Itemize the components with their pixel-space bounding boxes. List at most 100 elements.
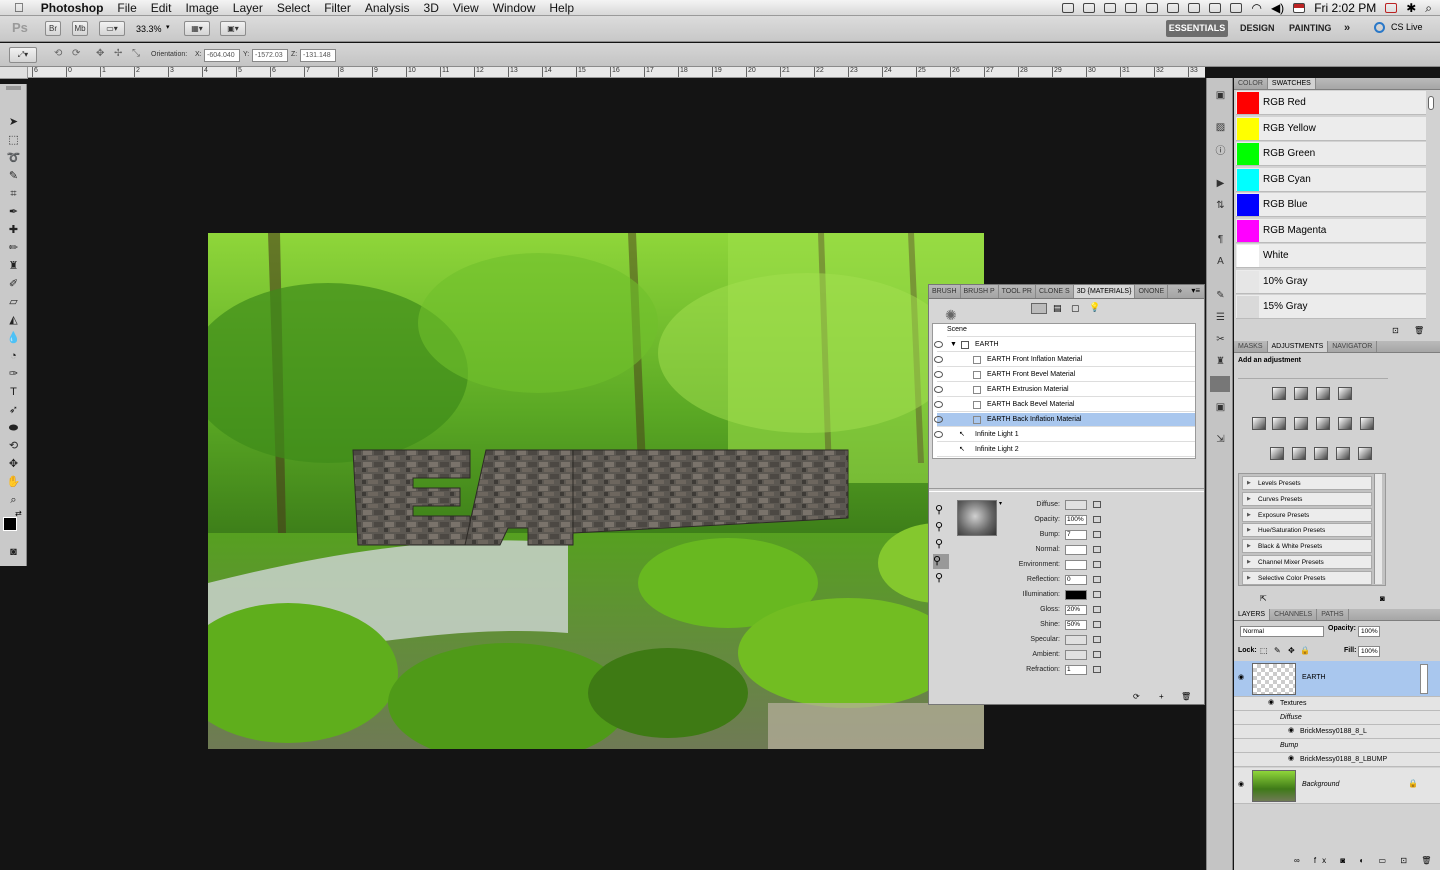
script-icon[interactable] bbox=[1083, 3, 1096, 13]
cs-live-button[interactable]: CS Live bbox=[1391, 22, 1423, 32]
eye-icon[interactable] bbox=[934, 356, 943, 363]
mini-bridge-button[interactable]: Mb bbox=[72, 21, 88, 36]
animation-icon[interactable]: ▶ bbox=[1214, 178, 1227, 190]
black-white-icon[interactable] bbox=[1316, 417, 1330, 430]
healing-brush-tool-icon[interactable]: ✚ bbox=[6, 224, 21, 237]
info-icon[interactable]: ⓘ bbox=[1214, 146, 1227, 158]
menu-image[interactable]: Image bbox=[178, 0, 225, 16]
zoom-chevron-down-icon[interactable]: ▾ bbox=[166, 23, 170, 31]
swatch-item[interactable]: RGB Red bbox=[1236, 91, 1426, 115]
horizontal-ruler[interactable]: 6 0 1 2 3 4 5 6 7 8 9 10 11 12 13 14 15 16 17 18 19 20 21 22 23 2… bbox=[28, 67, 1205, 78]
volume-icon[interactable]: ◀) bbox=[1271, 1, 1284, 15]
scene-row-earth[interactable]: ▼ EARTH bbox=[934, 338, 1195, 352]
eye-icon[interactable] bbox=[934, 386, 943, 393]
blur-tool-icon[interactable]: 💧 bbox=[6, 332, 21, 345]
status-icon[interactable] bbox=[1167, 3, 1180, 13]
dodge-tool-icon[interactable]: ◔ bbox=[6, 350, 21, 363]
lock-image-icon[interactable]: ✎ bbox=[1274, 646, 1281, 655]
3d-scale-icon[interactable]: ⤡ bbox=[132, 48, 140, 59]
presets-scrollbar[interactable] bbox=[1374, 474, 1382, 584]
clock-icon[interactable] bbox=[1209, 3, 1222, 13]
eye-icon[interactable]: ◉ bbox=[1288, 754, 1294, 762]
3d-panel-icon[interactable] bbox=[1210, 376, 1230, 392]
expand-triangle-icon[interactable]: ▼ bbox=[950, 338, 957, 352]
scene-row-material-selected[interactable]: EARTH Back Inflation Material bbox=[934, 413, 1195, 427]
zoom-select[interactable]: 33.3% bbox=[136, 24, 162, 34]
blend-mode-select[interactable]: Normal bbox=[1240, 626, 1324, 637]
eye-icon[interactable]: ◉ bbox=[1288, 726, 1294, 734]
paint-bucket-tool-icon[interactable]: ◭ bbox=[6, 314, 21, 327]
scene-row-material[interactable]: EARTH Front Bevel Material bbox=[934, 368, 1195, 382]
actions-icon[interactable]: ⇲ bbox=[1214, 434, 1227, 446]
tab-swatches[interactable]: SWATCHES bbox=[1267, 78, 1316, 89]
quick-mask-icon[interactable]: ◙ bbox=[6, 546, 21, 559]
material-select-tool-icon[interactable]: ⚲ bbox=[935, 503, 943, 516]
panel-menu-icon[interactable]: ▾≡ bbox=[1191, 286, 1200, 295]
clone-source-icon[interactable]: ♜ bbox=[1214, 356, 1227, 368]
flag-icon[interactable] bbox=[1293, 3, 1306, 13]
wifi-icon[interactable]: ◠ bbox=[1251, 1, 1261, 15]
tab-masks[interactable]: MASKS bbox=[1234, 341, 1268, 352]
tab-tool-presets[interactable]: TOOL PR bbox=[999, 285, 1036, 298]
menu-file[interactable]: File bbox=[110, 0, 143, 16]
orientation-z-field[interactable]: -131.148 bbox=[300, 49, 336, 62]
property-value-field[interactable]: 50% bbox=[1065, 620, 1087, 630]
type-tool-icon[interactable]: T bbox=[6, 386, 21, 399]
levels-icon[interactable] bbox=[1294, 387, 1308, 400]
scene-row-light[interactable]: ↖ Infinite Light 1 bbox=[934, 428, 1195, 442]
panel-divider[interactable] bbox=[929, 488, 1204, 492]
brush-presets-icon[interactable]: ☰ bbox=[1214, 312, 1227, 324]
delete-swatch-icon[interactable]: 🗑 bbox=[1414, 326, 1424, 335]
eye-icon[interactable] bbox=[934, 371, 943, 378]
move-tool-icon[interactable]: ➤ bbox=[6, 116, 21, 129]
swatch-item[interactable]: RGB Blue bbox=[1236, 193, 1426, 217]
texture-map-menu-icon[interactable] bbox=[1093, 531, 1101, 538]
shape-tool-icon[interactable]: ⬬ bbox=[6, 422, 21, 435]
tab-clone-source[interactable]: CLONE S bbox=[1036, 285, 1074, 298]
swatch-color[interactable] bbox=[1237, 168, 1259, 191]
opacity-field[interactable]: 100% bbox=[1358, 626, 1380, 637]
texture-map-menu-icon[interactable] bbox=[1093, 591, 1101, 598]
eye-icon[interactable] bbox=[934, 416, 943, 423]
swatch-color[interactable] bbox=[1237, 117, 1259, 140]
measurement-icon[interactable]: ⇅ bbox=[1214, 200, 1227, 212]
return-to-list-icon[interactable]: ⇱ bbox=[1260, 594, 1267, 603]
swatch-item[interactable]: 10% Gray bbox=[1236, 269, 1426, 294]
camera-icon[interactable] bbox=[1062, 3, 1075, 13]
property-value-field[interactable]: 1 bbox=[1065, 665, 1087, 675]
load-material-icon[interactable]: ⟳ bbox=[1133, 692, 1140, 701]
tab-onone[interactable]: ONONE bbox=[1135, 285, 1169, 298]
hue-saturation-icon[interactable] bbox=[1272, 417, 1286, 430]
eyedropper-tool-icon[interactable]: ✒ bbox=[6, 206, 21, 219]
tab-channels[interactable]: CHANNELS bbox=[1270, 609, 1318, 620]
3d-pan-icon[interactable]: ✥ bbox=[96, 48, 104, 59]
texture-map-menu-icon[interactable] bbox=[1093, 501, 1101, 508]
property-value-field[interactable]: 0 bbox=[1065, 575, 1087, 585]
property-value-field[interactable] bbox=[1065, 500, 1087, 510]
history-brush-tool-icon[interactable]: ✐ bbox=[6, 278, 21, 291]
pen-tool-icon[interactable]: ✑ bbox=[6, 368, 21, 381]
onone-icon[interactable]: ▣ bbox=[1214, 402, 1227, 414]
foreground-color-swatch[interactable] bbox=[3, 517, 17, 531]
history-icon[interactable]: ▣ bbox=[1214, 90, 1227, 102]
filter-scene-icon[interactable] bbox=[1031, 303, 1047, 314]
swatch-item[interactable]: 15% Gray bbox=[1236, 295, 1426, 319]
menu-window[interactable]: Window bbox=[486, 0, 543, 16]
character-icon[interactable]: A bbox=[1214, 256, 1227, 268]
sync-icon[interactable] bbox=[1104, 3, 1117, 13]
apple-icon[interactable]:  bbox=[0, 0, 34, 16]
texture-map-menu-icon[interactable] bbox=[1093, 666, 1101, 673]
filter-lights-icon[interactable]: 💡 bbox=[1089, 302, 1100, 313]
filter-materials-icon[interactable]: ▢ bbox=[1071, 303, 1080, 314]
tab-layers[interactable]: LAYERS bbox=[1234, 609, 1271, 620]
eye-icon[interactable]: ◉ bbox=[1268, 698, 1274, 706]
exposure-icon[interactable] bbox=[1338, 387, 1352, 400]
tab-brush-presets[interactable]: BRUSH P bbox=[961, 285, 999, 298]
property-value-field[interactable]: 20% bbox=[1065, 605, 1087, 615]
app-menu[interactable]: Photoshop bbox=[34, 0, 111, 16]
property-value-field[interactable] bbox=[1065, 635, 1087, 645]
document-image[interactable] bbox=[208, 233, 984, 749]
paragraph-icon[interactable]: ¶ bbox=[1214, 234, 1227, 246]
swatch-item[interactable]: RGB Magenta bbox=[1236, 218, 1426, 243]
menu-select[interactable]: Select bbox=[270, 0, 317, 16]
